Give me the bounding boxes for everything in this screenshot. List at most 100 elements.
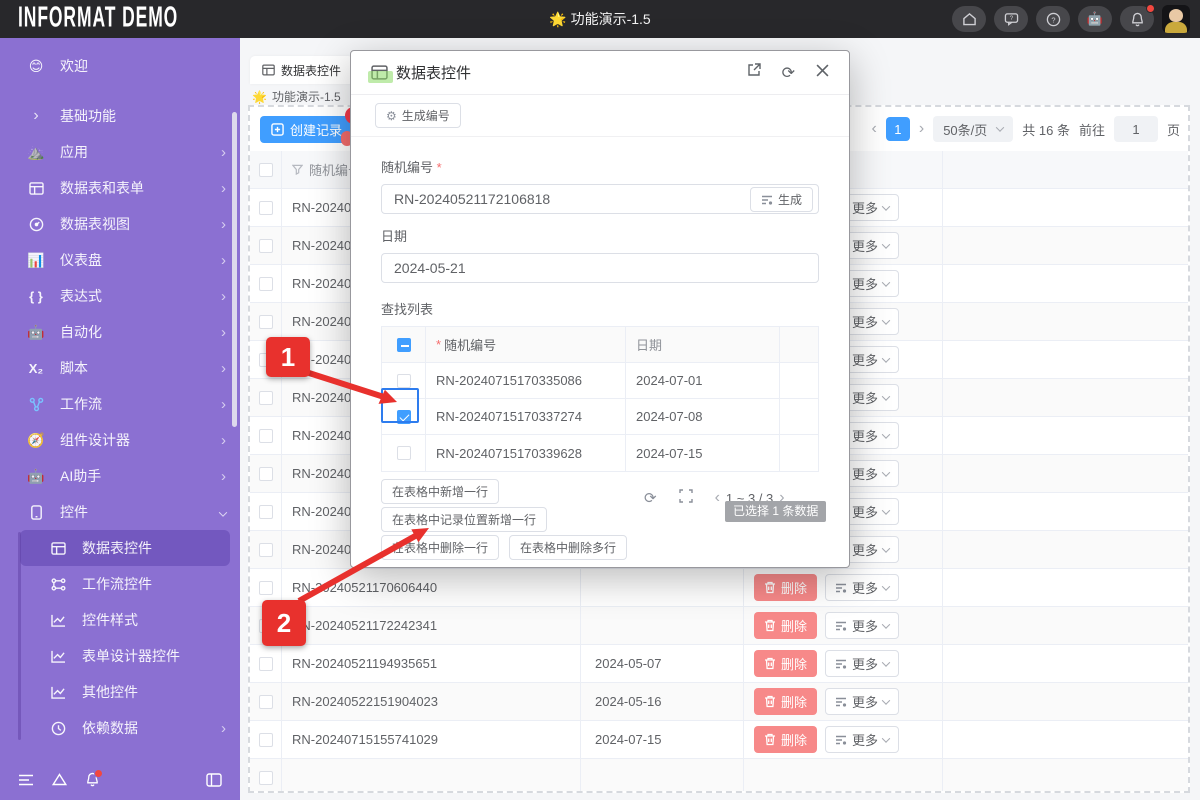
- workflow-icon: [26, 397, 46, 412]
- page-size-select[interactable]: 50条/页: [933, 116, 1013, 142]
- sidebar-item-label: 工作流: [60, 394, 221, 414]
- row-checkbox[interactable]: [259, 467, 273, 481]
- delete-button[interactable]: 删除: [754, 574, 817, 601]
- close-icon[interactable]: [816, 64, 829, 82]
- rn-cell: RN-20240521172242341: [282, 607, 581, 644]
- filler-cell: [943, 455, 1188, 492]
- triangle-icon[interactable]: [52, 773, 67, 791]
- row-checkbox[interactable]: [259, 543, 273, 557]
- help-button[interactable]: ?: [1036, 6, 1070, 32]
- more-button[interactable]: 更多: [825, 726, 899, 753]
- prev-arrow[interactable]: ‹: [715, 489, 720, 507]
- sidebar-item-仪表盘[interactable]: 📊仪表盘›: [0, 242, 240, 278]
- goto-page-input[interactable]: 1: [1114, 116, 1158, 142]
- create-record-button[interactable]: 创建记录 New: [260, 116, 353, 143]
- sidebar-item-表达式[interactable]: { }表达式›: [0, 278, 240, 314]
- sidebar-subitem-控件样式[interactable]: 控件样式: [0, 602, 240, 638]
- table-action-button[interactable]: 在表格中删除一行: [381, 535, 499, 560]
- select-all-checkbox[interactable]: [397, 338, 411, 352]
- row-checkbox[interactable]: [259, 771, 273, 785]
- chevron-right-icon: ›: [221, 324, 226, 341]
- annotation-marker-1: 1: [266, 337, 310, 377]
- robot-button[interactable]: 🤖: [1078, 6, 1112, 32]
- generate-number-button[interactable]: ⚙ 生成编号: [375, 103, 461, 128]
- delete-button[interactable]: 删除: [754, 650, 817, 677]
- collapse-panel-icon[interactable]: [206, 773, 222, 792]
- refresh-icon[interactable]: ⟳: [644, 489, 657, 507]
- delete-button[interactable]: 删除: [754, 726, 817, 753]
- tab-data-table-widget[interactable]: 数据表控件: [250, 56, 353, 84]
- row-checkbox[interactable]: [259, 581, 273, 595]
- table-action-button[interactable]: 在表格中删除多行: [509, 535, 627, 560]
- row-checkbox[interactable]: [259, 695, 273, 709]
- bell-icon[interactable]: [85, 772, 100, 792]
- sidebar-item-工作流[interactable]: 工作流›: [0, 386, 240, 422]
- row-checkbox[interactable]: [259, 315, 273, 329]
- filler-cell: [943, 569, 1188, 606]
- row-checkbox[interactable]: [259, 239, 273, 253]
- row-select-cell: [250, 455, 282, 492]
- sidebar-item-label: 数据表视图: [60, 214, 221, 234]
- row-select-cell: [250, 265, 282, 302]
- filler-cell: [943, 303, 1188, 340]
- goto-label: 前往: [1079, 120, 1105, 139]
- more-button[interactable]: 更多: [825, 612, 899, 639]
- table-action-button[interactable]: 在表格中新增一行: [381, 479, 499, 504]
- sidebar-item-脚本[interactable]: X₂脚本›: [0, 350, 240, 386]
- sidebar-item-数据表和表单[interactable]: 数据表和表单›: [0, 170, 240, 206]
- sidebar-subitem-数据表控件[interactable]: 数据表控件: [20, 530, 230, 566]
- date-input[interactable]: 2024-05-21: [381, 253, 819, 283]
- row-checkbox[interactable]: [259, 733, 273, 747]
- total-count: 共 16 条: [1022, 120, 1070, 139]
- row-checkbox[interactable]: [259, 201, 273, 215]
- more-button[interactable]: 更多: [825, 650, 899, 677]
- sidebar-subitem-label: 数据表控件: [82, 538, 216, 558]
- sidebar-item-数据表视图[interactable]: 数据表视图›: [0, 206, 240, 242]
- sidebar-item-自动化[interactable]: 🤖自动化›: [0, 314, 240, 350]
- sidebar-subitem-表单设计器控件[interactable]: 表单设计器控件: [0, 638, 240, 674]
- sidebar-subitem-label: 表单设计器控件: [82, 646, 226, 666]
- page-number-button[interactable]: 1: [886, 117, 910, 141]
- sidebar-scrollbar[interactable]: [232, 112, 237, 427]
- row-checkbox[interactable]: [259, 277, 273, 291]
- next-page-arrow[interactable]: ›: [919, 120, 924, 138]
- delete-button[interactable]: 删除: [754, 688, 817, 715]
- table-action-button[interactable]: 在表格中记录位置新增一行: [381, 507, 547, 532]
- row-checkbox[interactable]: [259, 505, 273, 519]
- sidebar-item-控件[interactable]: 控件: [0, 494, 240, 530]
- comment-button[interactable]: ?: [994, 6, 1028, 32]
- sidebar-item-应用[interactable]: ⛰️应用›: [0, 134, 240, 170]
- select-all-checkbox[interactable]: [259, 163, 273, 177]
- more-button[interactable]: 更多: [825, 688, 899, 715]
- generate-button[interactable]: 生成: [750, 187, 813, 212]
- more-button[interactable]: 更多: [825, 574, 899, 601]
- row-checkbox[interactable]: [259, 391, 273, 405]
- random-number-input[interactable]: RN-20240521172106818 生成: [381, 184, 819, 214]
- sidebar-subitem-其他控件[interactable]: 其他控件: [0, 674, 240, 710]
- submenu-track: [18, 532, 21, 740]
- filter-icon[interactable]: [292, 164, 303, 175]
- sidebar-subitem-工作流控件[interactable]: 工作流控件: [0, 566, 240, 602]
- refresh-icon[interactable]: ⟳: [782, 63, 795, 83]
- row-checkbox[interactable]: [259, 657, 273, 671]
- sidebar-item-AI助手[interactable]: 🤖AI助手›: [0, 458, 240, 494]
- row-checkbox[interactable]: [397, 446, 411, 460]
- svg-text:?: ?: [1051, 15, 1055, 24]
- app-root: INFORMAT DEMO 🌟 功能演示-1.5 ??🤖 😊欢迎›基础功能⛰️应…: [0, 0, 1200, 800]
- sidebar-item-基础功能[interactable]: ›基础功能: [0, 98, 240, 134]
- modal-body: 随机编号 RN-20240521172106818 生成 日期 2024-05-…: [351, 137, 849, 560]
- open-external-icon[interactable]: [747, 63, 761, 82]
- sidebar-subitem-依赖数据[interactable]: 依赖数据›: [0, 710, 240, 746]
- row-checkbox[interactable]: [397, 374, 411, 388]
- delete-button[interactable]: 删除: [754, 612, 817, 639]
- sidebar-item-组件设计器[interactable]: 🧭组件设计器›: [0, 422, 240, 458]
- menu-lines-icon[interactable]: [18, 773, 34, 791]
- fullscreen-icon[interactable]: [679, 489, 693, 507]
- table-row: RN-202407151557410292024-07-15删除更多: [250, 721, 1188, 759]
- home-button[interactable]: [952, 6, 986, 32]
- user-avatar[interactable]: [1162, 5, 1190, 33]
- prev-page-arrow[interactable]: ‹: [872, 120, 877, 138]
- sidebar-item-欢迎[interactable]: 😊欢迎: [0, 48, 240, 84]
- row-checkbox[interactable]: [259, 429, 273, 443]
- bell-button[interactable]: [1120, 6, 1154, 32]
